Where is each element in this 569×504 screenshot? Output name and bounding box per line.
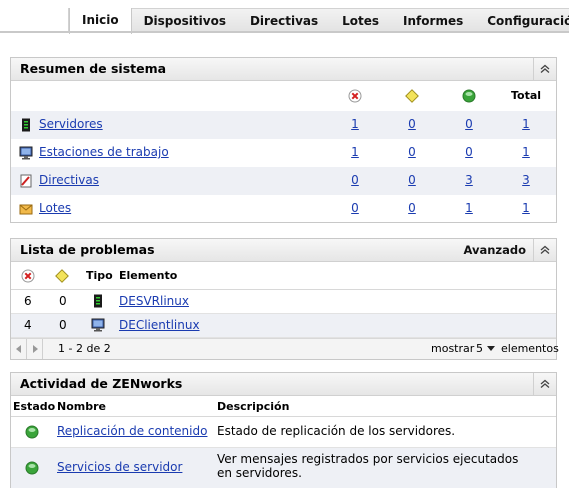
tab-configuracion[interactable]: Configuración xyxy=(475,9,569,33)
problem-row: 6 0 DESVRlinux xyxy=(11,290,556,314)
directivas-error-count[interactable]: 0 xyxy=(345,173,365,187)
status-column-header: Estado xyxy=(13,400,56,413)
tab-lotes[interactable]: Lotes xyxy=(330,9,391,33)
panel-title: Actividad de ZENworks xyxy=(20,376,183,391)
servidores-ok-count[interactable]: 0 xyxy=(459,117,479,131)
tab-directivas[interactable]: Directivas xyxy=(238,9,330,33)
problem-row: 4 0 DEClientlinux xyxy=(11,314,556,338)
total-header: Total xyxy=(510,89,542,102)
arrow-left-icon xyxy=(15,345,21,353)
tab-list: Inicio Dispositivos Directivas Lotes Inf… xyxy=(68,8,569,34)
lotes-warning-count[interactable]: 0 xyxy=(402,201,422,215)
panel-header: Resumen de sistema xyxy=(11,58,556,81)
error-count: 4 xyxy=(24,318,32,332)
lotes-link[interactable]: Lotes xyxy=(39,201,71,215)
estaciones-ok-count[interactable]: 0 xyxy=(459,145,479,159)
collapse-chevron-icon xyxy=(540,379,550,388)
activity-row: Replicación de contenido Estado de repli… xyxy=(11,417,556,448)
activity-row: Servicios de servidor Ver mensajes regis… xyxy=(11,448,556,488)
policy-icon xyxy=(20,174,32,188)
estaciones-link[interactable]: Estaciones de trabajo xyxy=(39,145,169,159)
bundle-icon xyxy=(19,204,33,215)
pagination-bar: 1 - 2 de 2 mostrar 5 elementos xyxy=(11,338,559,359)
arrow-right-icon xyxy=(32,345,38,353)
tab-dispositivos[interactable]: Dispositivos xyxy=(132,9,238,33)
server-icon xyxy=(94,294,102,308)
collapse-button[interactable] xyxy=(533,239,556,261)
panel-title: Lista de problemas xyxy=(20,242,155,257)
page-size-value: 5 xyxy=(476,342,483,355)
advanced-link[interactable]: Avanzado xyxy=(463,239,526,261)
server-icon xyxy=(22,118,30,132)
panel-header: Actividad de ZENworks xyxy=(11,373,556,396)
panel-title: Resumen de sistema xyxy=(20,61,167,76)
warning-status-icon xyxy=(55,269,69,283)
page-size-select[interactable]: 5 xyxy=(476,342,495,355)
error-count: 6 xyxy=(24,294,32,308)
chevron-down-icon xyxy=(486,346,495,351)
system-summary-panel: Resumen de sistema Total Servidores 1 0 … xyxy=(10,57,557,223)
workstation-icon xyxy=(91,318,105,332)
element-link[interactable]: DESVRlinux xyxy=(119,294,189,308)
collapse-chevron-icon xyxy=(540,245,550,254)
servidores-error-count[interactable]: 1 xyxy=(345,117,365,131)
summary-header-row: Total xyxy=(11,81,556,111)
items-label: elementos xyxy=(501,342,559,355)
problem-header-row: Tipo Elemento xyxy=(11,262,556,290)
collapse-button[interactable] xyxy=(533,373,556,395)
lotes-error-count[interactable]: 0 xyxy=(345,201,365,215)
problem-list-panel: Lista de problemas Avanzado Tipo Element… xyxy=(10,238,559,360)
warning-count: 0 xyxy=(59,294,67,308)
activity-header-row: Estado Nombre Descripción xyxy=(11,396,556,417)
activity-name-link[interactable]: Replicación de contenido xyxy=(57,424,207,438)
lotes-total-count[interactable]: 1 xyxy=(516,201,536,215)
servidores-total-count[interactable]: 1 xyxy=(516,117,536,131)
servidores-warning-count[interactable]: 0 xyxy=(402,117,422,131)
lotes-ok-count[interactable]: 1 xyxy=(459,201,479,215)
ok-status-icon xyxy=(459,89,479,103)
zenworks-activity-panel: Actividad de ZENworks Estado Nombre Desc… xyxy=(10,372,557,488)
element-link[interactable]: DEClientlinux xyxy=(119,318,200,332)
collapse-chevron-icon xyxy=(540,64,550,73)
servidores-link[interactable]: Servidores xyxy=(39,117,103,131)
directivas-warning-count[interactable]: 0 xyxy=(402,173,422,187)
ok-status-icon xyxy=(25,425,39,439)
ok-status-icon xyxy=(25,461,39,475)
warning-status-icon xyxy=(402,89,422,103)
warning-count: 0 xyxy=(59,318,67,332)
element-column-header: Elemento xyxy=(119,269,178,282)
error-status-icon xyxy=(345,89,365,103)
panel-header: Lista de problemas Avanzado xyxy=(11,239,556,262)
summary-row-estaciones: Estaciones de trabajo 1 0 0 1 xyxy=(11,139,556,167)
estaciones-error-count[interactable]: 1 xyxy=(345,145,365,159)
workstation-icon xyxy=(19,146,33,160)
next-page-button[interactable] xyxy=(27,339,43,359)
summary-row-servidores: Servidores 1 0 0 1 xyxy=(11,111,556,139)
estaciones-warning-count[interactable]: 0 xyxy=(402,145,422,159)
directivas-total-count[interactable]: 3 xyxy=(516,173,536,187)
directivas-ok-count[interactable]: 3 xyxy=(459,173,479,187)
activity-description: Estado de replicación de los servidores. xyxy=(217,424,456,438)
error-status-icon xyxy=(21,269,35,283)
show-label: mostrar xyxy=(431,342,475,355)
activity-description: Ver mensajes registrados por servicios e… xyxy=(217,452,519,480)
collapse-button[interactable] xyxy=(533,58,556,80)
main-navigation: Inicio Dispositivos Directivas Lotes Inf… xyxy=(0,0,569,34)
activity-name-link[interactable]: Servicios de servidor xyxy=(57,460,182,474)
type-column-header: Tipo xyxy=(86,269,113,282)
summary-row-lotes: Lotes 0 0 1 1 xyxy=(11,195,556,223)
directivas-link[interactable]: Directivas xyxy=(39,173,99,187)
tab-informes[interactable]: Informes xyxy=(391,9,475,33)
estaciones-total-count[interactable]: 1 xyxy=(516,145,536,159)
description-column-header: Descripción xyxy=(217,400,290,413)
page-range: 1 - 2 de 2 xyxy=(58,342,111,355)
name-column-header: Nombre xyxy=(57,400,106,413)
previous-page-button[interactable] xyxy=(11,339,27,359)
tab-underline xyxy=(0,31,569,33)
summary-row-directivas: Directivas 0 0 3 3 xyxy=(11,167,556,195)
